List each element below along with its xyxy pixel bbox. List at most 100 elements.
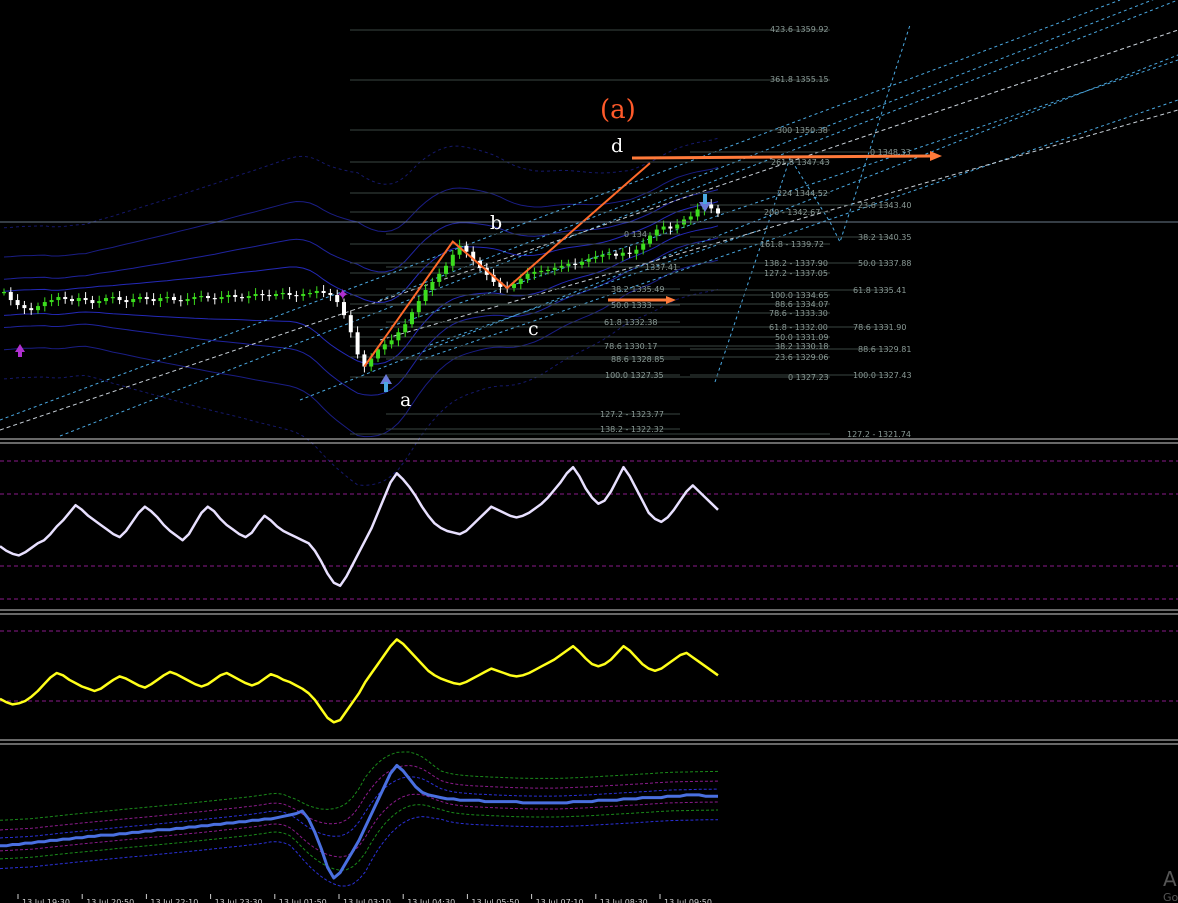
candle-body — [90, 300, 95, 304]
candle-body — [600, 254, 605, 257]
fib-label: 38.2 1335.49 — [611, 285, 664, 294]
fib-label: 127.2 - 1321.74 — [847, 430, 911, 439]
candle-body — [206, 296, 210, 299]
candle-body — [308, 292, 312, 295]
wave-label-b: b — [490, 212, 502, 234]
candle-body — [253, 294, 258, 297]
wave-label-d: d — [611, 135, 623, 157]
svg-text:✦: ✦ — [336, 285, 349, 304]
fib-label: 200 - 1342.67 — [764, 208, 820, 217]
candle-body — [22, 305, 27, 309]
fib-label: 161.8 - 1339.72 — [760, 240, 824, 249]
candle-body — [151, 299, 156, 302]
candle-body — [2, 291, 6, 294]
fib-label: 100.0 1327.43 — [853, 371, 912, 380]
candle-body — [29, 308, 34, 311]
candle-body — [158, 298, 163, 302]
fib-label: 224 1344.52 — [777, 189, 828, 198]
candle-body — [199, 296, 204, 298]
time-label: 13 Jul 08:30 — [600, 898, 648, 903]
candle-body — [260, 294, 265, 296]
candle-body — [389, 340, 394, 345]
candle-body — [240, 297, 244, 299]
candle-body — [42, 302, 47, 307]
candle-body — [138, 297, 142, 300]
fib-label: 88.6 1328.85 — [611, 355, 664, 364]
chart-canvas: a b c d (a) ✦ 423.6 1359.92 361.8 1355.1… — [0, 0, 1178, 903]
candle-body — [444, 265, 448, 274]
candle-body — [219, 297, 224, 300]
time-label: 13 Jul 04:30 — [407, 898, 455, 903]
candle-body — [559, 265, 564, 268]
fib-label: 423.6 1359.92 — [770, 25, 829, 34]
fib-label: 23.6 1343.40 — [858, 201, 911, 210]
candle-body — [634, 249, 639, 254]
corner-sub: Go — [1163, 891, 1178, 903]
candle-body — [661, 226, 666, 230]
candle-body — [539, 270, 544, 273]
candle-body — [287, 292, 292, 296]
candle-body — [233, 295, 238, 298]
candle-body — [348, 315, 353, 333]
fractal-down-icon: ✦ — [336, 285, 349, 304]
candle-body — [695, 209, 700, 217]
fib-label: 138.2 - 1337.90 — [764, 259, 828, 268]
time-label: 13 Jul 01:50 — [279, 898, 327, 903]
time-label: 13 Jul 19:30 — [22, 898, 70, 903]
time-label: 13 Jul 20:50 — [86, 898, 134, 903]
candle-body — [648, 235, 652, 244]
candle-body — [70, 299, 74, 302]
candle-body — [144, 297, 149, 300]
fib-label: 50.0 1333. — [611, 301, 654, 310]
fib-label: 100.0 1327.35 — [605, 371, 664, 380]
candle-body — [450, 254, 455, 266]
wave-label-a: a — [400, 389, 411, 411]
candle-body — [110, 297, 115, 299]
fib-label: 0 1348.33 — [870, 148, 911, 157]
corner-letter: A — [1163, 867, 1177, 891]
candle-body — [668, 226, 673, 229]
candle-body — [314, 290, 319, 293]
candle-body — [566, 263, 571, 266]
candle-body — [518, 278, 523, 284]
fib-label: 261.8 1347.43 — [771, 158, 830, 167]
candle-body — [301, 294, 306, 297]
time-label: 13 Jul 09:50 — [664, 898, 712, 903]
candle-body — [104, 298, 108, 302]
candle-body — [63, 297, 68, 300]
candle-body — [49, 300, 54, 303]
candle-body — [192, 297, 197, 300]
candle-body — [294, 295, 299, 297]
fib-label: 88.6 1334.07 — [775, 300, 828, 309]
candle-body — [396, 332, 401, 341]
fib-label: 0 1327.23 — [788, 373, 829, 382]
candle-body — [36, 306, 40, 311]
candle-body — [552, 267, 557, 270]
candle-body — [226, 295, 231, 298]
candle-body — [172, 297, 176, 301]
candle-body — [97, 301, 102, 304]
candle-body — [423, 289, 428, 302]
candle-body — [627, 252, 632, 254]
fib-label: 61.8 1332.38 — [604, 318, 657, 327]
candle-body — [593, 256, 598, 259]
time-label: 13 Jul 22:10 — [150, 898, 198, 903]
fib-label: 78.6 - 1333.30 — [769, 309, 828, 318]
candle-body — [437, 273, 442, 282]
candle-body — [328, 292, 333, 296]
fib-label: 23.6 1329.06 — [775, 353, 828, 362]
candle-body — [580, 261, 584, 265]
candle-body — [573, 263, 578, 265]
fib-label: 138.2 - 1322.32 — [600, 425, 664, 434]
time-label: 13 Jul 05:50 — [471, 898, 519, 903]
candle-body — [430, 281, 435, 290]
candle-body — [212, 298, 217, 300]
candle-body — [56, 297, 61, 301]
wave-degree-label: (a) — [600, 95, 636, 125]
candle-body — [280, 292, 285, 295]
candle-body — [124, 300, 129, 303]
fib-label: 127.2 - 1337.05 — [764, 269, 828, 278]
fib-label: 38.2 1330.18 — [775, 342, 828, 351]
candle-body — [586, 258, 591, 262]
candle-body — [675, 224, 680, 229]
